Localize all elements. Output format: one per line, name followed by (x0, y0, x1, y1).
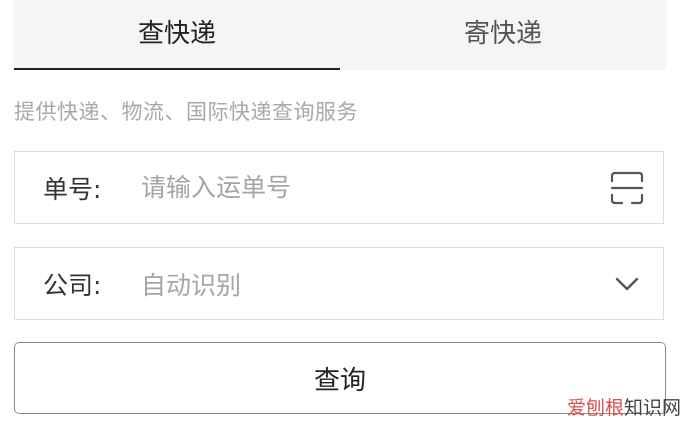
watermark: 爱刨根知识网 (567, 393, 681, 420)
watermark-rest: 知识网 (623, 397, 681, 419)
courier-company-select[interactable]: 自动识别 (141, 266, 607, 302)
scan-icon[interactable] (607, 168, 647, 208)
service-description: 提供快递、物流、国际快递查询服务 (14, 100, 358, 124)
watermark-brand: 爱刨根 (566, 397, 624, 419)
tab-send-express-label: 寄快递 (463, 18, 542, 49)
tracking-number-input[interactable] (141, 167, 607, 208)
tracking-number-field: 单号: (14, 151, 664, 224)
tab-query-express[interactable]: 查快递 (14, 0, 340, 70)
tab-bar: 查快递 寄快递 (14, 0, 666, 70)
courier-company-label: 公司: (43, 270, 102, 300)
tracking-number-label: 单号: (43, 174, 102, 204)
chevron-down-icon[interactable] (607, 264, 647, 304)
express-query-page: 查快递 寄快递 提供快递、物流、国际快递查询服务 单号: 公司: 自动识别 查询 (0, 0, 689, 423)
tab-send-express[interactable]: 寄快递 (340, 0, 666, 70)
courier-company-field[interactable]: 公司: 自动识别 (14, 247, 664, 320)
tab-query-express-label: 查快递 (137, 18, 216, 49)
